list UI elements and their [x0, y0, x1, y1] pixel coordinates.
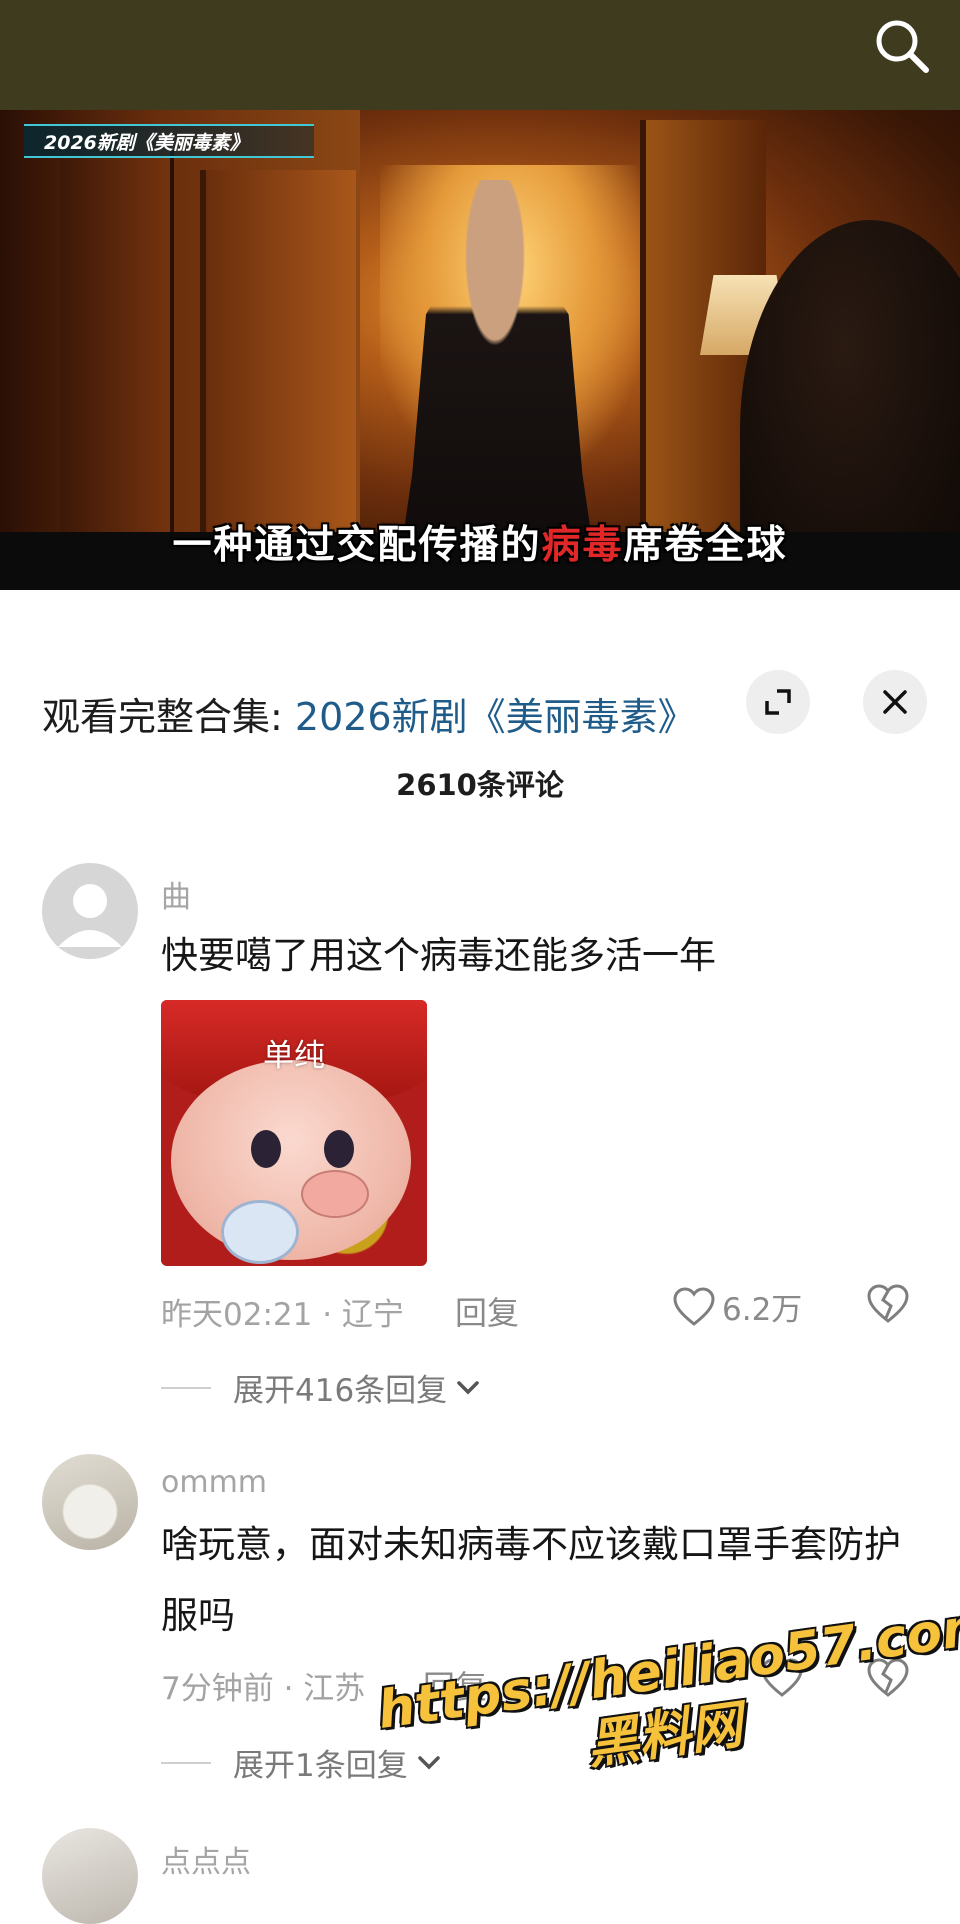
divider-line — [161, 1386, 211, 1389]
expand-replies-label: 展开416条回复 — [233, 1373, 448, 1409]
expand-button[interactable] — [746, 670, 810, 734]
close-button[interactable] — [863, 670, 927, 734]
chevron-down-icon — [457, 1380, 479, 1394]
video-player[interactable]: 2026新剧《美丽毒素》 一种通过交配传播的病毒席卷全球 — [0, 110, 960, 590]
comment-username[interactable]: 点点点 — [161, 1837, 251, 1881]
comment-text: 快要噶了用这个病毒还能多活一年 — [161, 934, 716, 977]
sticker-label: 单纯 — [263, 1038, 325, 1074]
collection-title-prefix: 观看完整合集: — [42, 695, 295, 739]
like-count: 6.2万 — [722, 1292, 803, 1328]
avatar[interactable] — [42, 863, 138, 959]
collection-title: 观看完整合集: 2026新剧《美丽毒素》 — [42, 686, 696, 741]
expand-icon — [765, 689, 791, 715]
comment-username[interactable]: ommm — [161, 1465, 267, 1500]
like-button[interactable]: 6.2万 — [672, 1284, 802, 1329]
broken-heart-icon — [867, 1284, 909, 1323]
expand-replies-button[interactable]: 展开416条回复 — [161, 1365, 483, 1410]
search-button[interactable] — [870, 14, 934, 78]
heart-icon — [673, 1286, 715, 1326]
comment-sticker[interactable]: 单纯 — [161, 1000, 427, 1266]
reply-button[interactable]: 回复 — [455, 1288, 519, 1334]
subtitle-part: 席卷全球 — [623, 523, 788, 568]
expand-replies-label: 展开1条回复 — [233, 1748, 408, 1784]
comment-count: 2610条评论 — [396, 768, 564, 802]
collection-link[interactable]: 2026新剧《美丽毒素》 — [295, 695, 696, 739]
search-icon — [876, 20, 929, 73]
video-title-tag: 2026新剧《美丽毒素》 — [24, 124, 314, 158]
top-bar — [0, 0, 960, 110]
subtitle-part: 一种通过交配传播的 — [172, 523, 542, 568]
default-avatar-icon — [58, 884, 122, 947]
avatar[interactable] — [42, 1454, 138, 1550]
comment-username[interactable]: 曲 — [161, 872, 191, 916]
comment-meta: 7分钟前 · 江苏 — [161, 1671, 366, 1707]
close-icon — [883, 690, 907, 714]
sticker-snout — [301, 1170, 369, 1218]
sticker-eye — [324, 1130, 354, 1168]
avatar[interactable] — [42, 1828, 138, 1924]
sticker-pacifier — [221, 1200, 299, 1264]
subtitle-highlight: 病毒 — [541, 523, 624, 568]
dislike-button[interactable] — [866, 1284, 910, 1328]
video-subtitle: 一种通过交配传播的病毒席卷全球 — [0, 514, 960, 570]
divider-line — [161, 1761, 211, 1764]
comment-meta: 昨天02:21 · 辽宁 — [161, 1297, 404, 1333]
sticker-eye — [251, 1130, 281, 1168]
